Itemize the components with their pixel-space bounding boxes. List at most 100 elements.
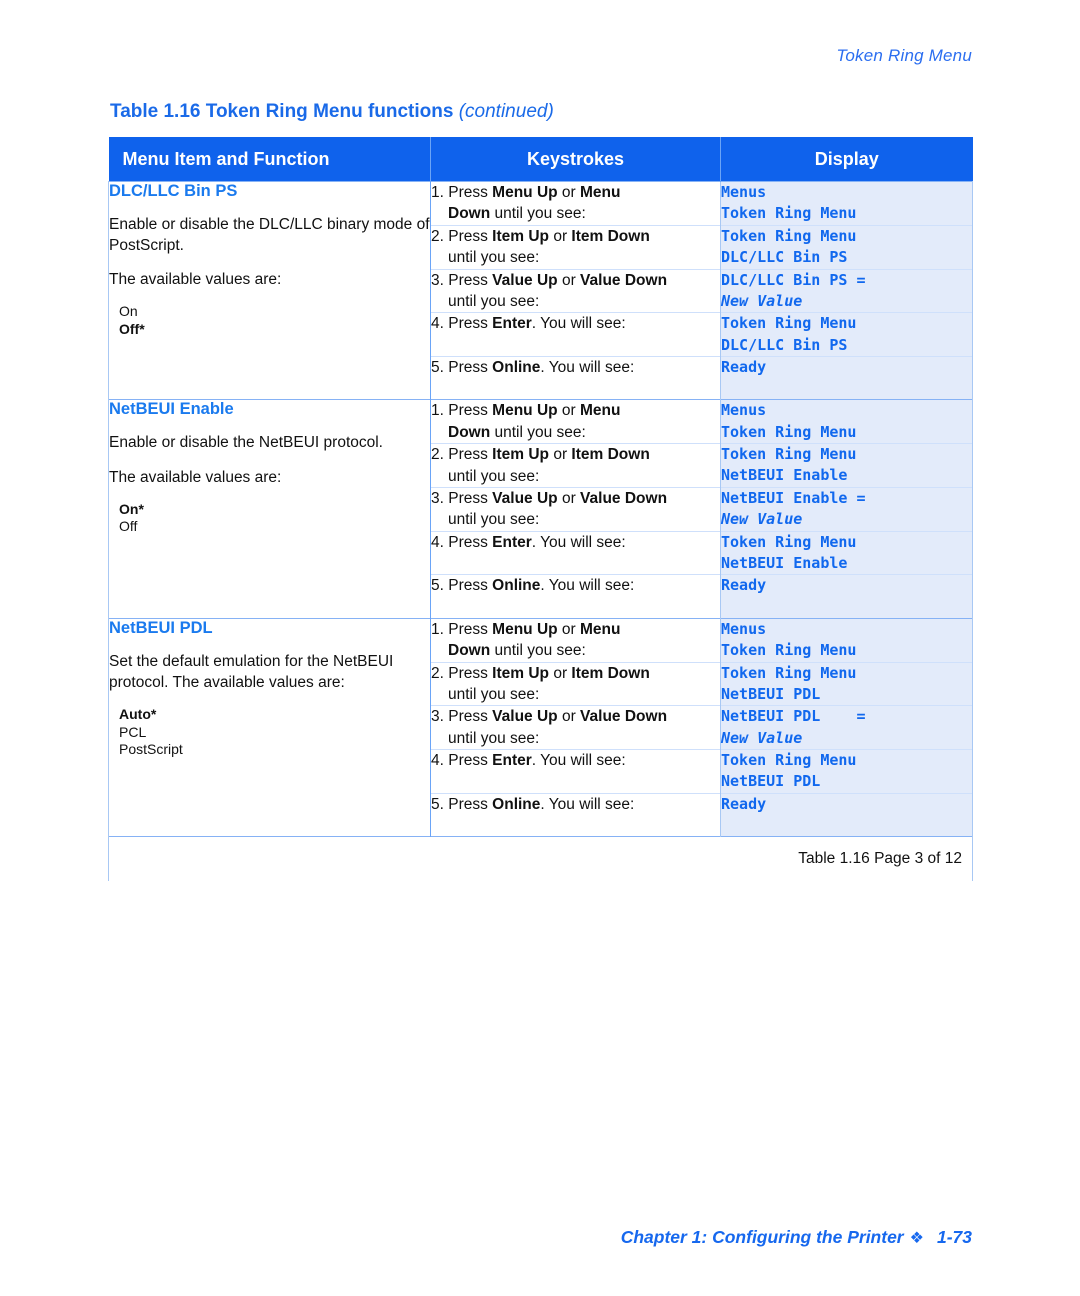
table-footnote: Table 1.16 Page 3 of 12 — [108, 836, 973, 882]
keystroke-text: 3. Press Value Up or Value Down until you… — [431, 490, 720, 531]
keystroke-line2: until you see: — [448, 292, 540, 310]
step-number: 1. — [431, 402, 444, 420]
table-body: DLC/LLC Bin PS Enable or disable the DLC/… — [108, 180, 973, 882]
table-row: NetBEUI PDL Set the default emulation for… — [108, 617, 973, 837]
key-name: Online — [492, 577, 541, 595]
key-name: Value Down — [580, 489, 668, 507]
key-name: Online — [492, 358, 541, 376]
display-line: Token Ring Menu — [721, 641, 857, 660]
menu-item-values-intro: The available values are: — [109, 271, 282, 289]
keystroke-cell: 2. Press Item Up or Item Down until you s… — [430, 443, 721, 488]
key-name: Menu Up — [492, 620, 558, 638]
keystroke-text: 5. Press Online. You will see: — [431, 795, 635, 813]
key-name: Menu — [580, 402, 621, 420]
keystroke-line2: until you see: — [448, 467, 540, 485]
display-line: Ready — [721, 794, 767, 813]
key-name: Value Down — [580, 708, 668, 726]
menu-item-title: NetBEUI PDL — [109, 618, 213, 637]
key-name: Enter — [492, 752, 532, 770]
display-cell: Menus Token Ring Menu — [720, 399, 973, 444]
step-number: 5. — [431, 577, 444, 595]
keystroke-cell: 5. Press Online. You will see: — [430, 574, 721, 619]
menu-item-cell: NetBEUI Enable Enable or disable the NetB… — [108, 399, 431, 619]
display-line: Token Ring Menu — [721, 314, 857, 333]
display-line-empty — [721, 815, 972, 836]
table-footnote-row: Table 1.16 Page 3 of 12 — [108, 836, 973, 882]
display-line: NetBEUI PDL — [721, 684, 821, 703]
key-name: Item Up — [492, 227, 550, 245]
display-line: NetBEUI Enable = — [721, 488, 866, 507]
display-line: Token Ring Menu — [721, 751, 857, 770]
keystroke-line2: Down until you see: — [448, 205, 586, 223]
menu-value-option: Off — [119, 518, 138, 535]
menu-item-cell: NetBEUI PDL Set the default emulation for… — [108, 617, 431, 837]
keystroke-text: 4. Press Enter. You will see: — [431, 315, 626, 333]
keystroke-text: 4. Press Enter. You will see: — [431, 533, 626, 551]
display-line: New Value — [721, 510, 803, 529]
keystroke-line2: until you see: — [448, 729, 540, 747]
display-cell: NetBEUI Enable = New Value — [720, 486, 973, 532]
key-name: Down — [448, 205, 491, 223]
column-header-keystrokes: Keystrokes — [430, 137, 721, 182]
display-cell: Token Ring Menu NetBEUI PDL — [720, 749, 973, 794]
keystroke-text: 1. Press Menu Up or Menu Down until you s… — [431, 184, 720, 225]
display-line: Token Ring Menu — [721, 663, 857, 682]
key-name: Menu — [580, 184, 621, 201]
keystroke-text: 3. Press Value Up or Value Down until you… — [431, 272, 720, 313]
display-line: New Value — [721, 291, 803, 310]
menu-item-title: NetBEUI Enable — [109, 400, 234, 419]
display-line: New Value — [721, 728, 803, 747]
keystroke-cell: 3. Press Value Up or Value Down until you… — [430, 486, 721, 532]
table-caption-continued: (continued) — [458, 101, 554, 122]
display-line: Token Ring Menu — [721, 422, 857, 441]
display-line: NetBEUI Enable — [721, 553, 848, 572]
display-cell: Token Ring Menu DLC/LLC Bin PS — [720, 312, 973, 357]
menu-value-option: Auto* — [119, 706, 157, 723]
keystroke-line2: Down until you see: — [448, 423, 586, 441]
key-name: Down — [448, 423, 491, 441]
display-line: NetBEUI PDL = — [721, 707, 866, 726]
menu-item-description: Set the default emulation for the NetBEU… — [109, 652, 394, 691]
display-line: NetBEUI Enable — [721, 466, 848, 485]
menu-item-value-list: On Off* — [119, 303, 430, 338]
step-number: 3. — [431, 489, 444, 507]
keystroke-text: 2. Press Item Up or Item Down until you s… — [431, 665, 720, 706]
keystroke-text: 5. Press Online. You will see: — [431, 358, 635, 376]
table-caption-main: Table 1.16 Token Ring Menu functions — [110, 101, 459, 122]
display-line: Menus — [721, 619, 767, 638]
display-line: Token Ring Menu — [721, 226, 857, 245]
token-ring-menu-table: Menu Item and Function Keystrokes Displa… — [108, 137, 973, 882]
display-cell: Token Ring Menu DLC/LLC Bin PS — [720, 224, 973, 269]
display-cell: Menus Token Ring Menu — [720, 181, 973, 226]
keystroke-cell: 2. Press Item Up or Item Down until you s… — [430, 661, 721, 706]
menu-item-cell: DLC/LLC Bin PS Enable or disable the DLC/… — [108, 180, 431, 400]
step-number: 4. — [431, 315, 444, 333]
menu-value-option: Off* — [119, 320, 145, 337]
display-line: Ready — [721, 576, 767, 595]
table-row: NetBEUI Enable Enable or disable the NetB… — [108, 399, 973, 619]
key-name: Item Down — [571, 446, 650, 464]
page-number: 1-73 — [936, 1227, 972, 1247]
menu-item-value-list: Auto* PCL PostScript — [119, 706, 430, 759]
table-row: DLC/LLC Bin PS Enable or disable the DLC/… — [108, 180, 973, 400]
key-name: Item Up — [492, 446, 550, 464]
keystroke-cell: 5. Press Online. You will see: — [430, 792, 721, 837]
keystroke-cell: 1. Press Menu Up or Menu Down until you s… — [430, 399, 721, 444]
key-name: Value Down — [580, 271, 668, 289]
key-name: Menu Up — [492, 402, 558, 420]
display-line: Menus — [721, 183, 767, 201]
keystroke-line2: Down until you see: — [448, 642, 586, 660]
display-cell: Menus Token Ring Menu — [720, 617, 973, 663]
display-cell: Ready — [720, 792, 973, 837]
keystroke-line2: until you see: — [448, 686, 540, 703]
running-head: Token Ring Menu — [836, 46, 972, 65]
diamond-icon: ❖ — [909, 1230, 924, 1247]
display-cell: Ready — [720, 574, 973, 619]
display-line: DLC/LLC Bin PS = — [721, 270, 866, 289]
key-name: Item Down — [571, 664, 650, 682]
column-header-menu-item: Menu Item and Function — [108, 137, 431, 182]
display-cell: Token Ring Menu NetBEUI PDL — [720, 661, 973, 706]
display-line: NetBEUI PDL — [721, 772, 821, 791]
table-caption: Table 1.16 Token Ring Menu functions (co… — [110, 101, 554, 123]
keystroke-cell: 4. Press Enter. You will see: — [430, 749, 721, 794]
